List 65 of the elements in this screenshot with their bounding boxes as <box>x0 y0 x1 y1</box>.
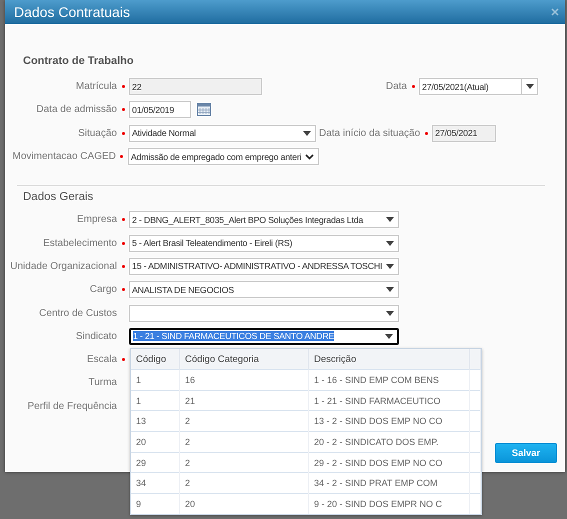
text-field[interactable]: 27/05/2021 <box>432 124 496 142</box>
text-field[interactable]: 22 <box>129 78 262 96</box>
date-dropdown[interactable]: 27/05/2021(Atual) <box>419 78 538 96</box>
calendar-icon[interactable] <box>197 103 211 116</box>
option-cell[interactable]: 2 <box>180 472 308 494</box>
caret-icon <box>386 310 394 316</box>
field-label: Unidade Organizacional <box>9 260 117 272</box>
option-cell[interactable]: 2 <box>180 410 308 432</box>
option-cell[interactable]: 9 - 20 - SIND DOS EMPR NO C <box>308 494 470 514</box>
chevron-icon <box>305 154 314 160</box>
select-field[interactable]: 1 - 21 - SIND FARMACEUTICOS DE SANTO ANDRE <box>129 328 399 345</box>
caret-icon <box>386 287 394 292</box>
option-cell[interactable]: 9 <box>131 494 180 514</box>
caret-icon <box>526 84 534 90</box>
section-title: Dados Gerais <box>23 191 94 204</box>
column-header: Descrição <box>308 349 470 370</box>
option-cell[interactable]: 29 - 2 - SIND DOS EMP NO CO <box>308 452 470 473</box>
column-header: Código Categoria <box>180 349 308 370</box>
field-label: Empresa <box>76 214 117 226</box>
option-cell[interactable]: 20 - 2 - SINDICATO DOS EMP. <box>308 432 470 452</box>
select-field[interactable]: ANALISTA DE NEGOCIOS <box>129 281 399 298</box>
option-cell[interactable]: 16 <box>180 370 308 390</box>
field-label: Matrícula <box>74 81 117 92</box>
field-label: Movimentacao CAGED <box>12 151 116 162</box>
column-header: Código <box>131 349 180 370</box>
caret-icon <box>385 334 393 339</box>
field-label: Turma <box>87 377 117 388</box>
option-cell[interactable]: 1 <box>131 370 180 390</box>
select-field[interactable]: 5 - Alert Brasil Teleatendimento - Eireli (RS) <box>129 234 399 252</box>
field-label: Centro de Custos <box>38 308 117 319</box>
date-field[interactable]: 01/05/2019 <box>129 101 191 118</box>
select-field[interactable]: 2 - DBNG_ALERT_8035_Alert BPO Soluções Integradas Ltda <box>129 211 399 228</box>
field-label: Data início da situação <box>319 128 420 139</box>
option-cell[interactable]: 1 - 16 - SIND EMP COM BENS <box>308 370 470 390</box>
select-field[interactable] <box>129 304 399 322</box>
dialog-title: Dados Contratuais <box>14 4 130 20</box>
caret-icon <box>386 264 394 269</box>
option-cell[interactable]: 20 <box>180 494 308 514</box>
select-field[interactable]: Admissão de empregado com emprego anteri <box>128 148 319 166</box>
option-cell[interactable]: 13 - 2 - SIND DOS EMP NO CO <box>308 410 470 432</box>
field-label: Perfil de Frequência <box>26 400 117 412</box>
field-label: Escala <box>86 354 117 366</box>
option-cell[interactable]: 13 <box>131 410 180 432</box>
field-label: Cargo <box>88 284 117 296</box>
caret-icon <box>386 217 394 222</box>
field-label: Data <box>384 81 407 92</box>
caret-icon <box>303 130 311 136</box>
select-field[interactable]: 15 - ADMINISTRATIVO- ADMINISTRATIVO - ANDRESSA TOSCHI <box>129 258 399 275</box>
select-field[interactable]: Atividade Normal <box>129 124 316 142</box>
option-cell[interactable]: 2 <box>180 452 308 473</box>
option-cell[interactable]: 20 <box>131 432 180 452</box>
option-cell[interactable]: 34 <box>131 472 180 494</box>
option-cell[interactable]: 34 - 2 - SIND PRAT EMP COM <box>308 472 470 494</box>
field-label: Situação <box>77 128 117 139</box>
option-cell[interactable]: 2 <box>180 432 308 452</box>
option-cell[interactable]: 1 - 21 - SIND FARMACEUTICO <box>308 390 470 411</box>
option-cell[interactable]: 21 <box>180 390 308 411</box>
close-icon[interactable] <box>551 8 559 16</box>
caret-icon <box>386 240 394 246</box>
section-title: Contrato de Trabalho <box>23 55 135 67</box>
field-label: Data de admissão <box>35 104 117 116</box>
option-cell[interactable]: 1 <box>131 390 180 411</box>
field-label: Sindicato <box>74 330 117 342</box>
option-cell[interactable]: 29 <box>131 452 180 473</box>
field-label: Estabelecimento <box>42 238 117 249</box>
